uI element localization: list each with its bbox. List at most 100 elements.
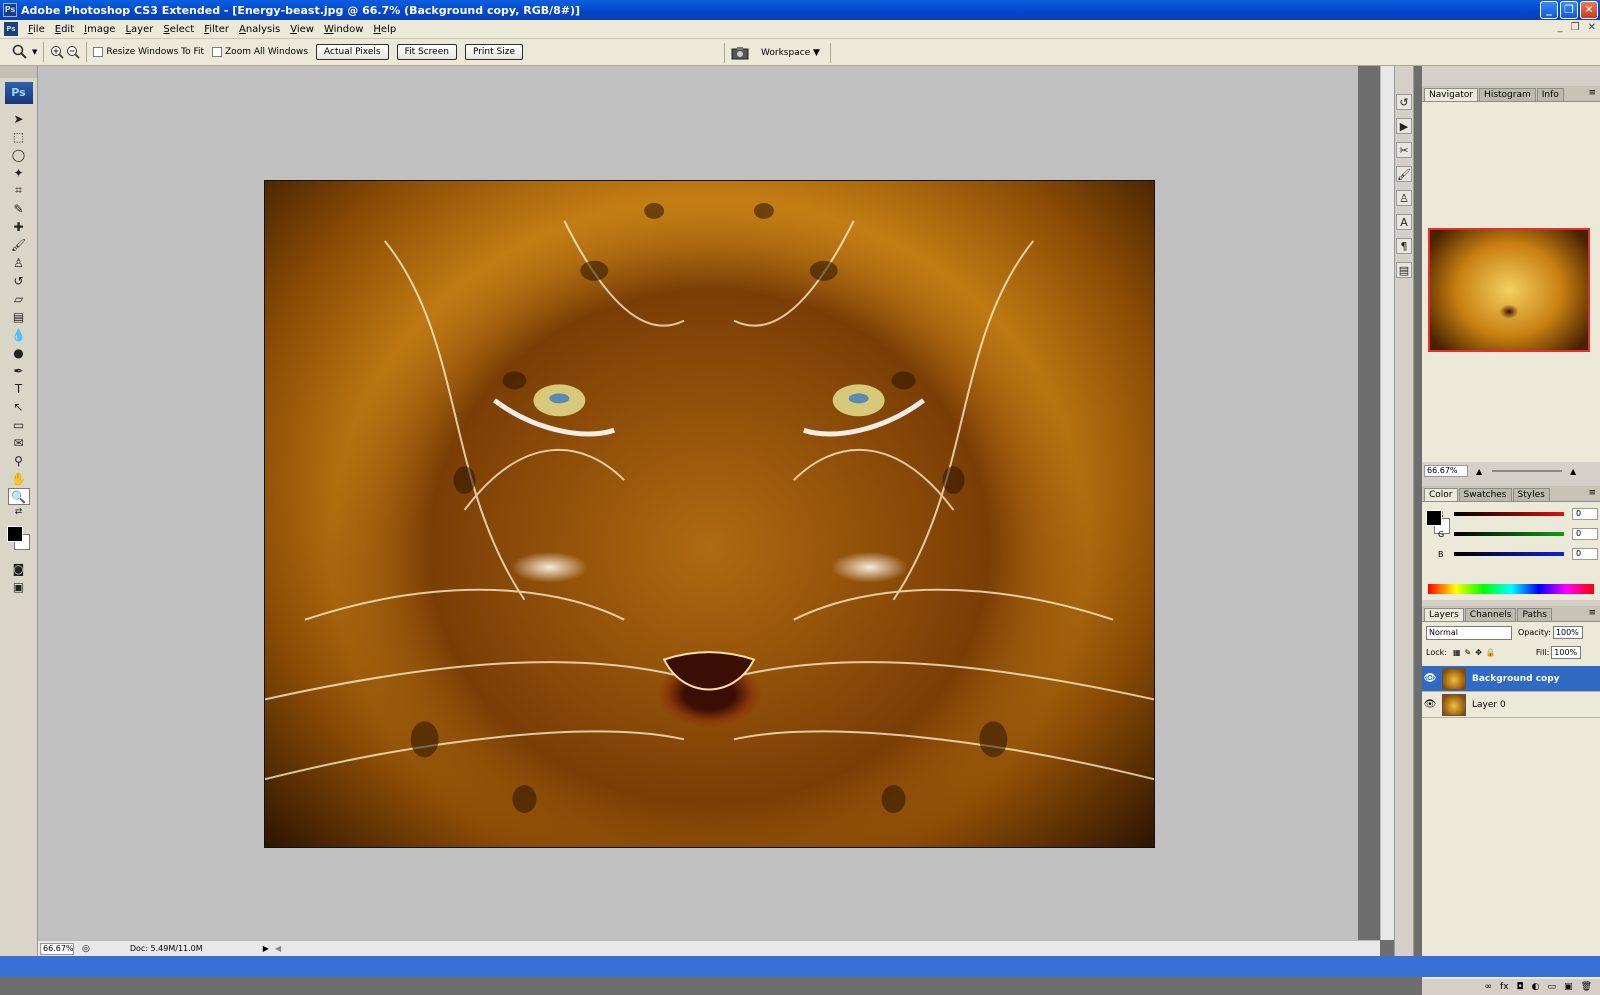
move-tool-icon[interactable]: ➤	[8, 110, 30, 127]
pen-tool-icon[interactable]: ✒	[8, 362, 30, 379]
tab-paths[interactable]: Paths	[1517, 608, 1552, 621]
layer-comps-icon[interactable]: ▤	[1396, 262, 1412, 278]
lock-position-icon[interactable]: ✥	[1475, 648, 1482, 657]
eraser-tool-icon[interactable]: ▱	[8, 290, 30, 307]
paragraph-panel-icon[interactable]: ¶	[1396, 238, 1412, 254]
close-button[interactable]: ✕	[1580, 1, 1598, 19]
zoom-tool-icon[interactable]: 🔍	[7, 488, 30, 505]
horizontal-scrollbar-left-icon[interactable]: ◀	[275, 944, 281, 953]
foreground-color-swatch[interactable]	[7, 526, 23, 542]
clone-stamp-tool-icon[interactable]: ♙	[8, 254, 30, 271]
green-channel-slider[interactable]	[1454, 532, 1564, 536]
color-foreground-swatch[interactable]	[1426, 510, 1442, 526]
app-icon[interactable]: Ps	[3, 3, 17, 17]
zoom-out-icon[interactable]	[66, 45, 80, 59]
actions-panel-icon[interactable]: ▶	[1396, 118, 1412, 134]
dodge-tool-icon[interactable]: ●	[8, 344, 30, 361]
preset-dropdown-arrow-icon[interactable]: ▼	[32, 48, 37, 56]
layer-row-background-copy[interactable]: 👁 Background copy	[1422, 666, 1600, 692]
red-channel-slider[interactable]	[1454, 512, 1564, 516]
zoom-tool-preset-icon[interactable]	[12, 44, 28, 60]
lock-pixels-icon[interactable]: ✎	[1465, 648, 1472, 657]
tab-info[interactable]: Info	[1536, 88, 1564, 101]
resize-windows-checkbox[interactable]: Resize Windows To Fit	[93, 47, 204, 57]
hand-tool-icon[interactable]: ✋	[8, 470, 30, 487]
minimize-button[interactable]: _	[1540, 1, 1558, 19]
fit-screen-button[interactable]: Fit Screen	[396, 44, 457, 60]
lock-transparency-icon[interactable]: ▦	[1453, 648, 1461, 657]
panel-menu-icon[interactable]: ≡	[1588, 608, 1596, 618]
healing-brush-tool-icon[interactable]: ✚	[8, 218, 30, 235]
path-selection-tool-icon[interactable]: ↖	[8, 398, 30, 415]
red-channel-value[interactable]: 0	[1572, 508, 1598, 520]
crop-tool-icon[interactable]: ⌗	[8, 182, 30, 199]
menu-file[interactable]: File	[24, 24, 51, 35]
checkbox-box[interactable]	[212, 47, 223, 57]
new-group-icon[interactable]: ▭	[1548, 982, 1557, 992]
character-panel-icon[interactable]: A	[1396, 214, 1412, 230]
eyedropper-tool-icon[interactable]: ⚲	[8, 452, 30, 469]
tab-swatches[interactable]: Swatches	[1458, 488, 1512, 501]
navigator-preview[interactable]	[1428, 228, 1590, 352]
swap-colors-icon[interactable]: ⇄	[8, 506, 30, 518]
panel-menu-icon[interactable]: ≡	[1588, 488, 1596, 498]
clone-source-icon[interactable]: ♙	[1396, 190, 1412, 206]
status-zoom-field[interactable]: 66.67%	[40, 942, 74, 955]
tab-styles[interactable]: Styles	[1512, 488, 1550, 501]
green-channel-value[interactable]: 0	[1572, 528, 1598, 540]
quick-mask-icon[interactable]: ◙	[8, 560, 30, 577]
gradient-tool-icon[interactable]: ▤	[8, 308, 30, 325]
restore-button[interactable]: ❐	[1560, 1, 1578, 19]
opacity-field[interactable]: 100%	[1552, 626, 1583, 639]
doc-minimize-button[interactable]: _	[1558, 22, 1563, 33]
menu-analysis[interactable]: Analysis	[235, 24, 286, 35]
visibility-eye-icon[interactable]: 👁	[1422, 673, 1438, 684]
menu-window[interactable]: Window	[320, 24, 369, 35]
zoom-in-icon[interactable]	[50, 45, 64, 59]
add-mask-icon[interactable]: ◘	[1517, 982, 1524, 992]
actual-pixels-button[interactable]: Actual Pixels	[316, 44, 389, 60]
magic-wand-tool-icon[interactable]: ✦	[8, 164, 30, 181]
doc-close-button[interactable]: ✕	[1588, 22, 1596, 33]
layer-row-layer-0[interactable]: 👁 Layer 0	[1422, 692, 1600, 718]
shape-tool-icon[interactable]: ▭	[8, 416, 30, 433]
print-size-button[interactable]: Print Size	[464, 44, 523, 60]
lock-all-icon[interactable]: 🔒	[1486, 648, 1496, 657]
tab-histogram[interactable]: Histogram	[1479, 88, 1536, 101]
bridge-icon[interactable]	[731, 46, 749, 60]
menu-layer[interactable]: Layer	[121, 24, 159, 35]
navigator-zoom-field[interactable]: 66.67%	[1424, 465, 1468, 477]
menu-edit[interactable]: Edit	[51, 24, 80, 35]
notes-tool-icon[interactable]: ✉	[8, 434, 30, 451]
color-spectrum-bar[interactable]	[1428, 584, 1594, 594]
tab-color[interactable]: Color	[1424, 488, 1458, 501]
type-tool-icon[interactable]: T	[8, 380, 30, 397]
blend-mode-select[interactable]: Normal	[1426, 626, 1512, 640]
zoom-all-windows-checkbox[interactable]: Zoom All Windows	[212, 47, 308, 57]
menu-image[interactable]: Image	[80, 24, 121, 35]
tab-channels[interactable]: Channels	[1464, 608, 1517, 621]
lasso-tool-icon[interactable]: ◯	[8, 146, 30, 163]
document-image[interactable]	[264, 180, 1155, 848]
brush-tool-icon[interactable]: 🖌	[8, 236, 30, 253]
menu-help[interactable]: Help	[369, 24, 402, 35]
visibility-eye-icon[interactable]: 👁	[1422, 699, 1438, 710]
tab-navigator[interactable]: Navigator	[1424, 88, 1479, 101]
tool-presets-icon[interactable]: ✂	[1396, 142, 1412, 158]
ps-logo[interactable]: Ps	[4, 82, 33, 104]
link-layers-icon[interactable]: ∞	[1485, 982, 1493, 992]
slice-tool-icon[interactable]: ✎	[8, 200, 30, 217]
blue-channel-slider[interactable]	[1454, 552, 1564, 556]
history-brush-tool-icon[interactable]: ↺	[8, 272, 30, 289]
screen-mode-icon[interactable]: ▣	[8, 578, 30, 595]
checkbox-box[interactable]	[93, 47, 104, 57]
zoom-out-mountain-icon[interactable]: ▲	[1476, 467, 1482, 476]
menu-filter[interactable]: Filter	[200, 24, 235, 35]
panel-menu-icon[interactable]: ≡	[1588, 88, 1596, 98]
fill-field[interactable]: 100%	[1551, 646, 1582, 659]
tab-layers[interactable]: Layers	[1424, 608, 1464, 621]
brushes-panel-icon[interactable]: 🖌	[1396, 166, 1412, 182]
zoom-in-mountain-icon[interactable]: ▲	[1570, 467, 1576, 476]
blue-channel-value[interactable]: 0	[1572, 548, 1598, 560]
navigator-zoom-slider[interactable]	[1492, 470, 1562, 472]
